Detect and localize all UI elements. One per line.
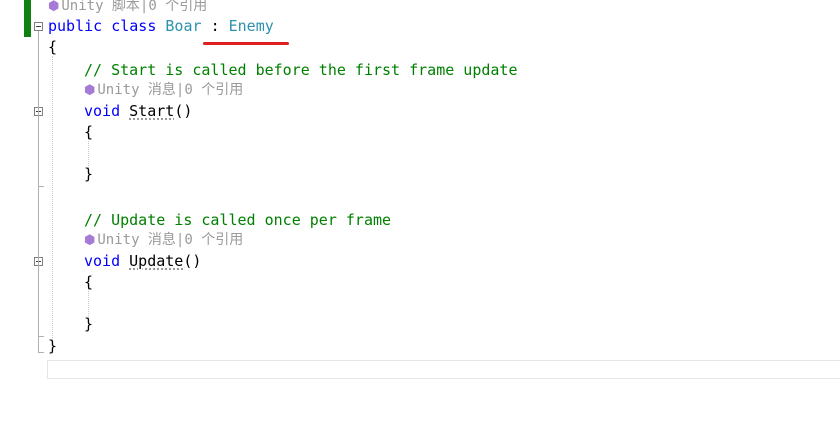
method-name-start[interactable]: Start bbox=[129, 102, 174, 120]
class-close-brace: } bbox=[48, 337, 58, 355]
changed-lines-marker bbox=[24, 0, 31, 37]
keyword-void: void bbox=[84, 102, 121, 120]
update-close-brace: } bbox=[84, 315, 94, 333]
class-name[interactable]: Boar bbox=[165, 17, 201, 35]
comment-start: // Start is called before the first fram… bbox=[84, 61, 518, 79]
start-method-signature: void Start() bbox=[84, 102, 193, 120]
update-method-signature: void Update() bbox=[84, 252, 202, 270]
start-close-brace: } bbox=[84, 165, 94, 183]
update-outline-end bbox=[38, 336, 44, 337]
keyword-public: public bbox=[48, 17, 103, 35]
class-open-brace: { bbox=[48, 38, 58, 56]
class-outline-line bbox=[38, 31, 39, 353]
start-outline-end bbox=[38, 186, 44, 187]
unity-cube-icon: ⬢ bbox=[84, 83, 96, 98]
empty-line-area[interactable] bbox=[47, 360, 840, 379]
class-declaration: public class Boar : Enemy bbox=[48, 16, 274, 36]
update-open-brace: { bbox=[84, 273, 94, 291]
unity-cube-icon: ⬢ bbox=[84, 233, 96, 248]
collapse-class-icon[interactable] bbox=[34, 22, 43, 31]
class-outline-end bbox=[38, 352, 44, 353]
codelens-update[interactable]: ⬢ Unity 消息|0 个引用 bbox=[84, 230, 243, 250]
inheritance-colon: : bbox=[210, 17, 220, 35]
method-name-update[interactable]: Update bbox=[129, 252, 183, 270]
start-open-brace: { bbox=[84, 123, 94, 141]
code-editor[interactable]: ⬢ Unity 脚本|0 个引用 public class Boar : Enem… bbox=[0, 0, 840, 444]
red-underline-annotation bbox=[203, 42, 289, 45]
keyword-class: class bbox=[111, 17, 157, 35]
comment-update: // Update is called once per frame bbox=[84, 211, 392, 229]
codelens-class[interactable]: ⬢ Unity 脚本|0 个引用 bbox=[48, 0, 207, 16]
unity-cube-icon: ⬢ bbox=[48, 0, 60, 14]
keyword-void: void bbox=[84, 252, 121, 270]
indent-guide bbox=[52, 56, 53, 342]
base-class-name[interactable]: Enemy bbox=[229, 17, 274, 35]
codelens-start[interactable]: ⬢ Unity 消息|0 个引用 bbox=[84, 80, 243, 100]
